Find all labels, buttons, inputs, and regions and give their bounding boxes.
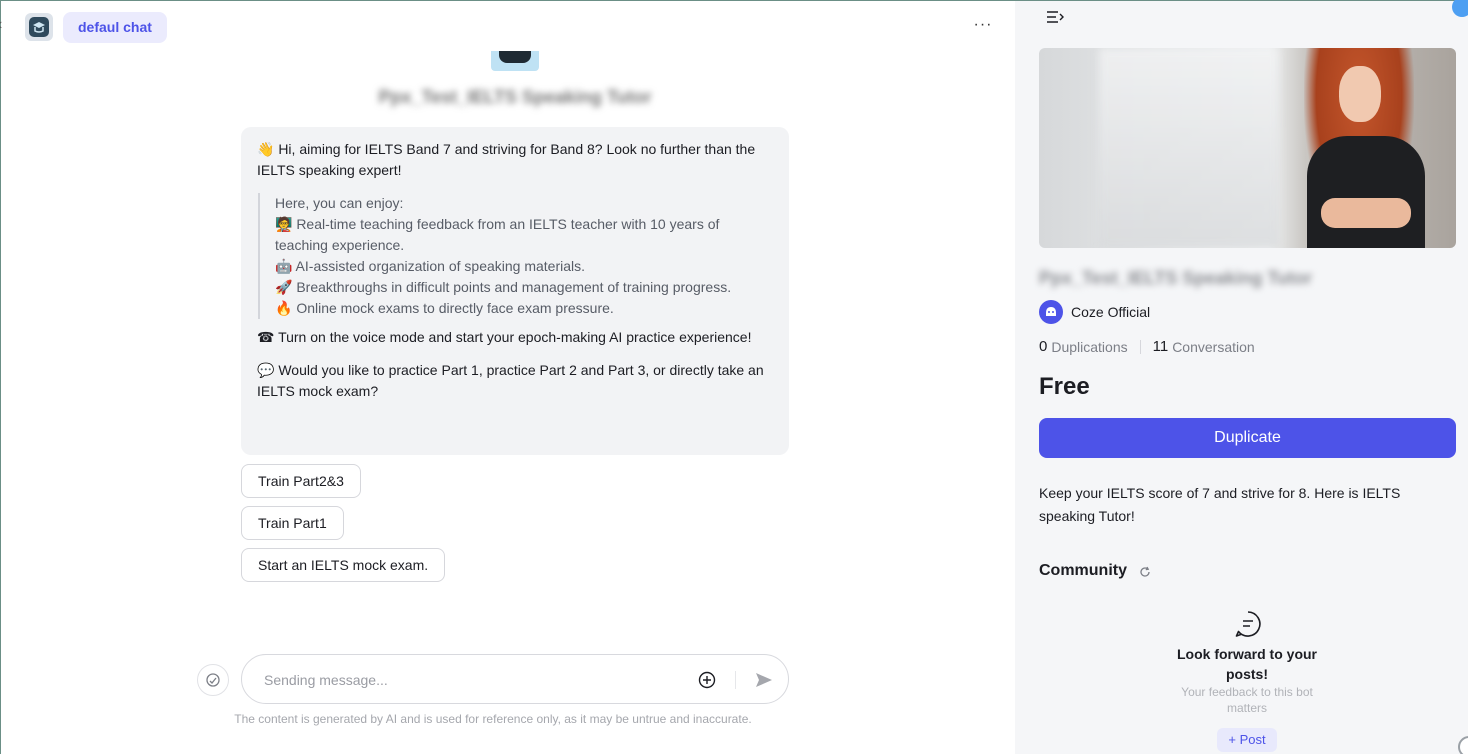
empty-posts-title: Look forward to your posts! xyxy=(1177,646,1317,682)
message-question: 💬 Would you like to practice Part 1, pra… xyxy=(257,362,764,399)
empty-posts-subtitle: Your feedback to this bot matters xyxy=(1181,685,1313,715)
bot-name: Ppx_Test_IELTS Speaking Tutor xyxy=(378,87,652,107)
price-label: Free xyxy=(1039,373,1090,400)
clear-context-icon xyxy=(206,673,220,687)
community-title: Community xyxy=(1039,562,1127,579)
notification-dot xyxy=(1452,0,1468,17)
coze-logo-icon xyxy=(1046,307,1056,316)
quote-line: 🤖 AI-assisted organization of speaking m… xyxy=(275,258,586,274)
chat-pane: ‹ defaul chat ··· Ppx_Test_IELTS Speakin… xyxy=(0,1,1015,754)
creator-name: Coze Official xyxy=(1071,304,1151,320)
comment-icon xyxy=(1235,611,1261,637)
input-divider xyxy=(735,671,736,689)
message-input[interactable] xyxy=(264,669,684,691)
stats-divider xyxy=(1139,339,1141,354)
bot-avatar xyxy=(491,51,539,71)
bot-stats: 0 Duplications 11 Conversation xyxy=(1039,338,1255,355)
more-options-button[interactable]: ··· xyxy=(971,15,995,39)
message-voice: ☎ Turn on the voice mode and start your … xyxy=(257,329,752,345)
bot-description: Keep your IELTS score of 7 and strive fo… xyxy=(1039,485,1401,524)
conversation-label: Conversation xyxy=(1172,338,1255,355)
scroll-handle[interactable] xyxy=(1458,736,1468,754)
clear-context-button[interactable] xyxy=(197,664,229,696)
message-input-box xyxy=(241,654,789,704)
conversation-count: 11 xyxy=(1152,338,1169,355)
bot-cover-image xyxy=(1039,48,1456,248)
suggestion-mock-exam-button[interactable]: Start an IELTS mock exam. xyxy=(241,548,446,582)
duplicate-button[interactable]: Duplicate xyxy=(1039,418,1456,458)
suggestion-train-part1-button[interactable]: Train Part1 xyxy=(241,506,344,540)
quote-line: 🧑‍🏫 Real-time teaching feedback from an … xyxy=(275,216,720,253)
creator-info[interactable]: Coze Official xyxy=(1039,300,1150,324)
creator-avatar xyxy=(1039,300,1063,324)
duplications-count: 0 xyxy=(1039,338,1048,355)
message-quote: Here, you can enjoy: 🧑‍🏫 Real-time teach… xyxy=(258,193,773,319)
message-lead: 👋 Hi, aiming for IELTS Band 7 and strivi… xyxy=(257,141,756,178)
collapse-panel-icon[interactable] xyxy=(1045,7,1065,27)
quote-line: 🔥 Online mock exams to directly face exa… xyxy=(275,300,614,316)
post-button[interactable]: + Post xyxy=(1217,728,1277,752)
tab-default-chat[interactable]: defaul chat xyxy=(63,12,167,43)
bot-logo-icon xyxy=(25,13,53,41)
quote-line: 🚀 Breakthroughs in difficult points and … xyxy=(275,279,732,295)
bot-info-pane: Ppx_Test_IELTS Speaking Tutor Coze Offic… xyxy=(1015,0,1468,754)
back-icon[interactable]: ‹ xyxy=(0,17,7,33)
send-icon[interactable] xyxy=(753,669,775,691)
refresh-icon[interactable] xyxy=(1138,565,1152,579)
bot-title: Ppx_Test_IELTS Speaking Tutor xyxy=(1039,268,1313,288)
duplications-label: Duplications xyxy=(1051,338,1128,355)
quote-line: Here, you can enjoy: xyxy=(275,195,404,211)
ai-disclaimer: The content is generated by AI and is us… xyxy=(234,712,752,726)
add-attachment-icon[interactable] xyxy=(697,670,717,690)
suggestion-train-part2-3-button[interactable]: Train Part2&3 xyxy=(241,464,361,498)
bot-message: 👋 Hi, aiming for IELTS Band 7 and strivi… xyxy=(241,127,789,455)
